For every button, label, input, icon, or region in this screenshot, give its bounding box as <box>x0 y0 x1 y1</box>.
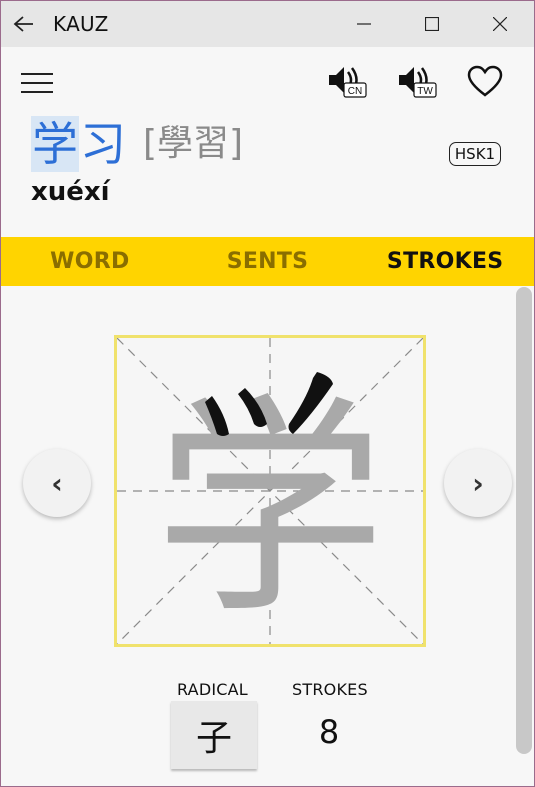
stroke-character: 学 <box>154 372 386 644</box>
maximize-icon <box>425 17 439 31</box>
previous-char-button[interactable]: ‹ <box>23 449 91 517</box>
stroke-character-glyph: 学 <box>154 375 386 644</box>
radical-label: RADICAL <box>177 680 248 699</box>
arrow-left-icon <box>13 16 33 32</box>
next-char-button[interactable]: › <box>444 449 512 517</box>
tab-sents[interactable]: SENTS <box>179 237 357 286</box>
pinyin: xuéxí <box>31 177 110 207</box>
speaker-cn-icon: CN <box>329 67 367 98</box>
close-icon <box>493 17 507 31</box>
traditional-form: [學習] <box>143 123 244 164</box>
speaker-cn-label: CN <box>348 86 362 97</box>
stroke-count: 8 <box>318 713 340 751</box>
hanzi-char-2[interactable]: 习 <box>79 116 127 172</box>
favorite-button[interactable] <box>467 65 503 99</box>
app-window: KAUZ CN TW 学 习 [學習] HSK1 xuéxí WORD SENT… <box>0 0 535 787</box>
speaker-tw-button[interactable]: TW <box>397 63 439 101</box>
speaker-tw-icon: TW <box>399 67 437 98</box>
speaker-cn-button[interactable]: CN <box>327 63 369 101</box>
tab-word[interactable]: WORD <box>1 237 179 286</box>
word-heading: 学 习 [學習] <box>31 111 243 177</box>
strokes-label: STROKES <box>292 680 368 699</box>
tab-strokes[interactable]: STROKES <box>356 237 534 286</box>
title-bar: KAUZ <box>1 1 534 47</box>
speaker-tw-label: TW <box>417 86 433 97</box>
maximize-button[interactable] <box>398 1 466 47</box>
minimize-button[interactable] <box>330 1 398 47</box>
tab-bar: WORD SENTS STROKES <box>1 237 534 286</box>
window-title: KAUZ <box>53 12 109 36</box>
scrollbar[interactable] <box>516 287 532 754</box>
close-button[interactable] <box>466 1 534 47</box>
stroke-grid: 学 <box>114 335 426 647</box>
minimize-icon <box>357 23 371 25</box>
hamburger-icon[interactable] <box>21 73 53 97</box>
hanzi-char-1[interactable]: 学 <box>31 116 79 172</box>
radical-button[interactable]: 子 <box>171 701 257 769</box>
window-controls <box>330 1 534 47</box>
heart-icon <box>467 65 503 97</box>
hsk-badge: HSK1 <box>449 142 501 166</box>
back-button[interactable] <box>1 1 47 47</box>
